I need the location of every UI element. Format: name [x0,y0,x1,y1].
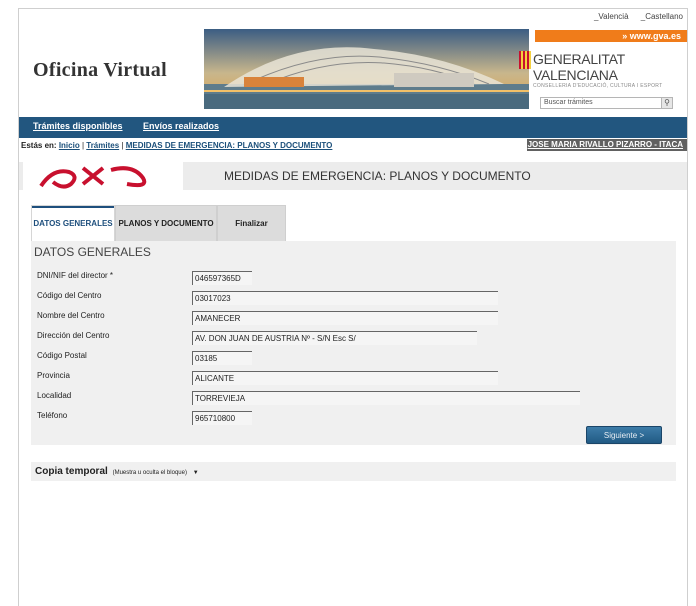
generalitat-logo[interactable]: GENERALITAT VALENCIANA CONSELLERIA D'EDU… [519,51,673,89]
copia-temporal-title: Copia temporal (Muestra u oculta el bloq… [35,466,199,477]
field-label-codigo-postal: Código Postal [37,351,87,360]
breadcrumb-tramites[interactable]: Trámites [86,141,119,150]
tab-finalizar[interactable]: Finalizar [217,205,286,241]
page-frame: _Valencià _Castellano Oficina Virtual » … [18,8,688,606]
breadcrumb-separator: | [121,141,124,150]
field-label-localidad: Localidad [37,391,72,400]
telefono-field[interactable]: 965710800 [192,411,252,425]
breadcrumb-prefix: Estás en: [21,141,57,150]
datos-generales-panel: DATOS GENERALES DNI/NIF del director * 0… [31,241,676,445]
field-label-direccion-centro: Dirección del Centro [37,331,110,340]
nav-envios-realizados[interactable]: Envíos realizados [143,121,219,131]
section-title: DATOS GENERALES [34,245,151,259]
copia-temporal-hint: (Muestra u oculta el bloque) [112,470,187,476]
breadcrumb: Estás en: Inicio | Trámites | MEDIDAS DE… [21,141,332,150]
siguiente-button[interactable]: Siguiente > [586,426,662,444]
site-logo-text[interactable]: Oficina Virtual [33,59,167,82]
breadcrumb-row: Estás en: Inicio | Trámites | MEDIDAS DE… [19,138,687,152]
tab-datos-generales[interactable]: DATOS GENERALES [31,205,115,241]
tab-planos-y-documento[interactable]: PLANOS Y DOCUMENTO [115,205,217,241]
generalitat-name: GENERALITAT VALENCIANA [533,51,625,83]
search-placeholder: Buscar trámites [544,99,593,106]
copia-temporal-label: Copia temporal [35,466,108,477]
search-icon[interactable]: ⚲ [661,98,672,108]
page-title: MEDIDAS DE EMERGENCIA: PLANOS Y DOCUMENT… [224,169,531,183]
generalitat-emblem-icon [519,51,531,69]
search-input[interactable]: Buscar trámites ⚲ [540,97,673,109]
lang-castellano-link[interactable]: _Castellano [641,12,683,21]
codigo-centro-field[interactable]: 03017023 [192,291,498,305]
localidad-field[interactable]: TORREVIEJA [192,391,580,405]
field-label-codigo-centro: Código del Centro [37,291,102,300]
breadcrumb-inicio[interactable]: Inicio [59,141,80,150]
language-bar: _Valencià _Castellano [584,12,683,21]
direccion-centro-field[interactable]: AV. DON JUAN DE AUSTRIA Nº - S/N Esc S/ [192,331,477,345]
gva-link[interactable]: » www.gva.es [535,30,687,42]
conselleria-name: CONSELLERIA D'EDUCACIÓ, CULTURA I ESPORT [533,83,663,89]
chevron-down-icon[interactable]: ▼ [193,470,199,476]
nav-tramites-disponibles[interactable]: Trámites disponibles [33,121,123,131]
field-label-nombre-centro: Nombre del Centro [37,311,105,320]
nombre-centro-field[interactable]: AMANECER [192,311,498,325]
header-banner-image [204,29,529,109]
field-label-telefono: Teléfono [37,411,68,420]
breadcrumb-current[interactable]: MEDIDAS DE EMERGENCIA: PLANOS Y DOCUMENT… [126,141,333,150]
main-nav: Trámites disponibles Envíos realizados [19,117,687,138]
dni-field[interactable]: 046597365D [192,271,252,285]
header: Oficina Virtual » www.gva.es GENERALITAT… [19,27,687,117]
page-header: MEDIDAS DE EMERGENCIA: PLANOS Y DOCUMENT… [19,162,687,190]
header-decoration-image [23,162,183,190]
provincia-field[interactable]: ALICANTE [192,371,498,385]
user-name-link[interactable]: JOSE MARIA RIVALLO PIZARRO - ITACA [527,139,687,151]
field-label-provincia: Provincia [37,371,70,380]
codigo-postal-field[interactable]: 03185 [192,351,252,365]
copia-temporal-toggle[interactable]: Copia temporal (Muestra u oculta el bloq… [31,462,676,481]
breadcrumb-separator: | [81,141,85,150]
field-label-dni: DNI/NIF del director * [37,271,114,280]
lang-valencian-link[interactable]: _Valencià [594,12,629,21]
